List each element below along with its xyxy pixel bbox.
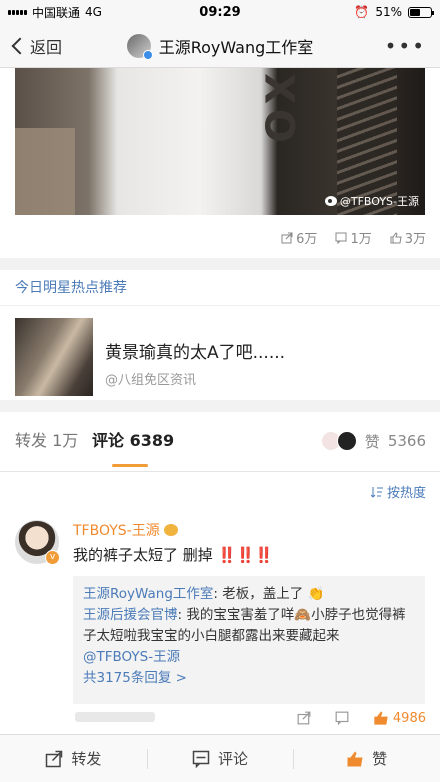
nav-bar: 返回 王源RoyWang工作室 ••• <box>0 24 440 68</box>
comment-button[interactable]: 评论 <box>146 735 294 782</box>
post-card: XO @TFBOYS-王源 6万 1万 3万 <box>0 68 440 258</box>
recommend-section: 今日明星热点推荐 黄景瑜真的太A了吧...... @八组免区资讯 <box>0 270 440 400</box>
recommend-item[interactable]: 黄景瑜真的太A了吧...... @八组免区资讯 <box>15 318 425 396</box>
signal-icon <box>8 9 27 15</box>
liker-avatars <box>320 431 357 451</box>
share-icon <box>281 232 293 243</box>
back-button[interactable]: 返回 <box>0 34 90 58</box>
verified-icon <box>142 49 153 60</box>
reply-1: 王源RoyWang工作室: 老板，盖上了 👏 <box>83 586 325 602</box>
repost-button[interactable]: 转发 <box>0 735 147 782</box>
comment-like-button[interactable]: 4986 <box>373 710 426 726</box>
more-replies-link[interactable]: 共3175条回复 > <box>83 668 415 689</box>
back-label: 返回 <box>30 37 63 57</box>
comment-icon <box>335 232 347 244</box>
mention-link[interactable]: @TFBOYS-王源 <box>83 649 180 665</box>
tab-repost[interactable]: 转发 1万 <box>15 412 78 470</box>
verified-icon: v <box>45 550 60 565</box>
share-icon <box>46 750 63 767</box>
carrier-label: 中国联通 <box>32 5 81 20</box>
thumb-up-icon <box>390 231 402 243</box>
comment-actions: 4986 <box>0 710 440 726</box>
tab-likes[interactable]: 赞 5366 <box>320 412 426 470</box>
image-watermark: @TFBOYS-王源 <box>324 193 419 209</box>
active-tab-indicator <box>112 464 148 467</box>
bottom-action-bar: 转发 评论 赞 <box>0 734 440 782</box>
thumb-up-icon <box>374 711 388 725</box>
image-shirt-print: XO <box>255 73 302 149</box>
avatar <box>126 33 153 60</box>
more-button[interactable]: ••• <box>350 34 440 58</box>
recommend-thumbnail <box>15 318 93 396</box>
network-label: 4G <box>85 5 102 19</box>
alarm-icon: ⏰ <box>354 5 370 19</box>
clap-icon: 👏 <box>307 586 325 602</box>
comment-section: 按热度 v TFBOYS-王源 我的裤子太短了 删掉 ‼️‼️‼️ 王源RoyW… <box>0 472 440 734</box>
repost-action[interactable]: 6万 <box>281 228 317 247</box>
thumb-up-icon <box>347 751 363 766</box>
sort-button[interactable]: 按热度 <box>370 482 426 501</box>
reply-box[interactable]: 王源RoyWang工作室: 老板，盖上了 👏 王源后援会官博: 我的宝宝害羞了咩… <box>73 576 425 704</box>
comment-action[interactable]: 1万 <box>335 228 372 247</box>
comment-author[interactable]: TFBOYS-王源 <box>73 520 178 540</box>
comment-text: 我的裤子太短了 删掉 ‼️‼️‼️ <box>73 546 274 564</box>
shy-emoji-icon: 🙈 <box>294 607 312 623</box>
weibo-icon <box>324 196 337 206</box>
recommend-source: @八组免区资讯 <box>105 373 197 388</box>
clock: 09:29 <box>199 4 241 20</box>
battery-percent: 51% <box>375 5 402 19</box>
chevron-left-icon <box>11 37 29 54</box>
reply-2: 王源后援会官博: 我的宝宝害羞了咩🙈小脖子也觉得裤子太短啦我宝宝的小白腿都露出来… <box>83 607 406 644</box>
post-image[interactable]: XO @TFBOYS-王源 <box>15 68 425 215</box>
tab-comment[interactable]: 评论 6389 <box>92 412 174 470</box>
comment-icon <box>192 750 210 768</box>
avatar <box>336 431 357 451</box>
recommend-title: 今日明星热点推荐 <box>0 270 440 306</box>
battery-icon <box>408 6 434 18</box>
tabs-bar: 转发 1万 评论 6389 赞 5366 <box>0 412 440 472</box>
status-bar: 中国联通 4G 09:29 ⏰ 51% <box>0 0 440 24</box>
fan-badge-icon <box>163 524 178 536</box>
like-button[interactable]: 赞 <box>293 735 440 782</box>
share-icon[interactable] <box>297 711 311 725</box>
page-title: 王源RoyWang工作室 <box>90 33 350 60</box>
image-box-detail <box>15 128 75 215</box>
comment-icon[interactable] <box>335 711 349 725</box>
avatar[interactable]: v <box>15 520 60 565</box>
sort-icon <box>370 486 383 498</box>
like-action[interactable]: 3万 <box>390 228 426 247</box>
recommend-headline: 黄景瑜真的太A了吧...... <box>105 343 286 363</box>
page-title-text: 王源RoyWang工作室 <box>158 37 314 57</box>
post-actions: 6万 1万 3万 <box>281 228 426 247</box>
